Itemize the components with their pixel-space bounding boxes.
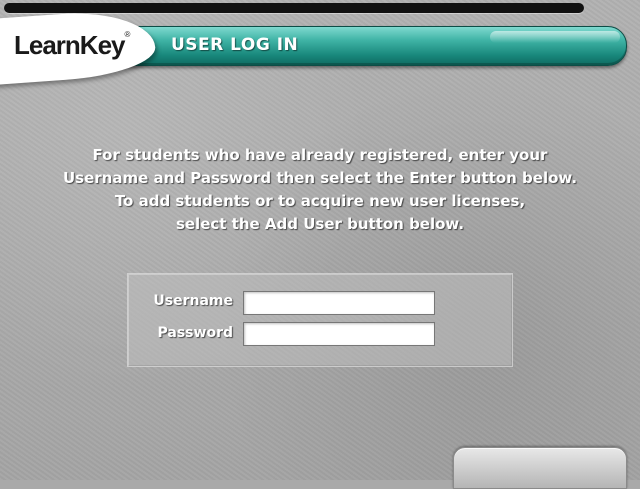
instruction-line: To add students or to acquire new user l… <box>114 192 526 210</box>
page-title: USER LOG IN <box>171 35 299 55</box>
username-label: Username <box>153 293 233 309</box>
learnkey-logo: LearnKey® <box>14 30 131 61</box>
password-label: Password <box>157 325 233 341</box>
top-edge-bar <box>4 3 584 13</box>
logo-wordmark: LearnKey <box>14 30 125 60</box>
username-input[interactable] <box>243 291 435 315</box>
bottom-nav-button[interactable] <box>453 447 627 489</box>
login-panel: Username Password <box>127 273 513 367</box>
password-input[interactable] <box>243 322 435 346</box>
instruction-line: select the Add User button below. <box>175 215 465 233</box>
logo-trademark: ® <box>124 30 131 39</box>
instruction-line: Username and Password then select the En… <box>62 169 578 187</box>
title-banner: USER LOG IN <box>120 26 627 66</box>
instruction-line: For students who have already registered… <box>92 146 548 164</box>
instructions-text: For students who have already registered… <box>30 144 610 236</box>
